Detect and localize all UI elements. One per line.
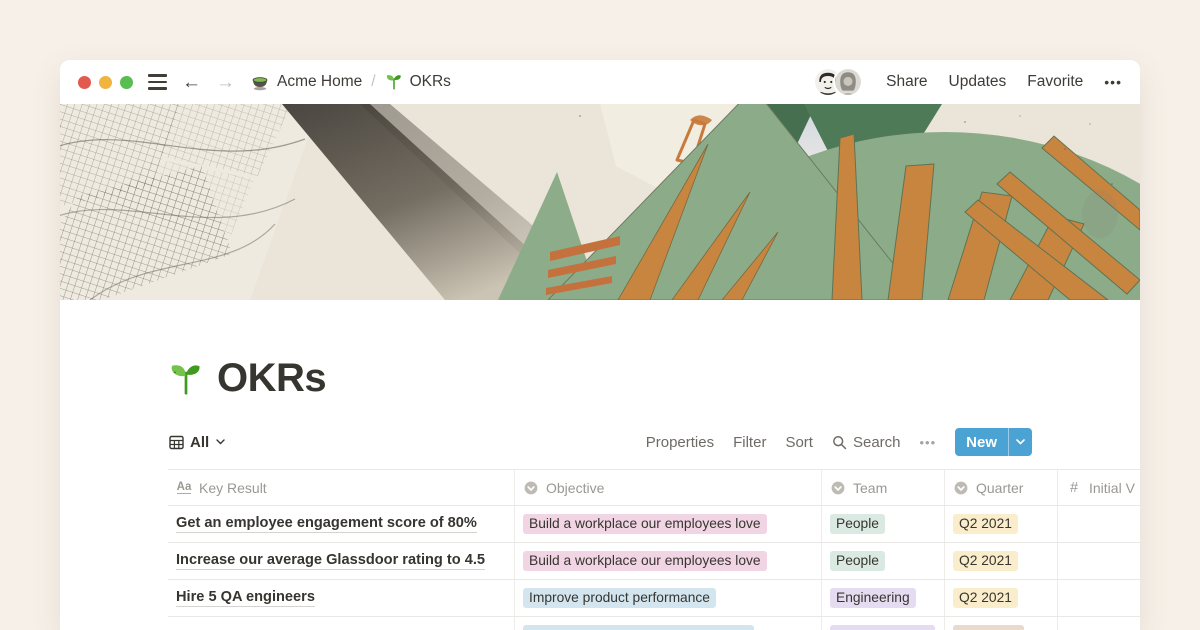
column-header-label: Quarter [976, 480, 1023, 496]
column-header-label: Team [853, 480, 887, 496]
column-header-key-result[interactable]: Aa Key Result [168, 470, 515, 505]
tag-pill [953, 625, 1024, 630]
seedling-icon [385, 73, 403, 91]
minimize-window-button[interactable] [99, 76, 112, 89]
column-header-label: Objective [546, 480, 604, 496]
cell-quarter[interactable]: Q2 2021 [945, 580, 1058, 616]
teacup-icon [250, 72, 270, 92]
table-row: Increase our average Glassdoor rating to… [168, 543, 1140, 580]
filter-button[interactable]: Filter [733, 434, 766, 451]
view-toolbar: All Properties Filter Sort Search ••• Ne [168, 427, 1032, 457]
tag-pill: People [830, 514, 885, 534]
cell-objective[interactable]: Improve product performance [515, 580, 822, 616]
table-header-row: Aa Key Result Objective Team Quarter # Initial… [168, 469, 1140, 506]
cell-initial-value[interactable] [1058, 506, 1140, 542]
cell-objective[interactable]: Build a workplace our employees love [515, 506, 822, 542]
forward-arrow-icon[interactable]: → [216, 73, 235, 92]
properties-button[interactable]: Properties [646, 434, 714, 451]
table-view-icon [168, 434, 184, 450]
back-arrow-icon[interactable]: ← [182, 73, 201, 92]
page-cover-image[interactable] [60, 104, 1140, 300]
new-button-chevron-down-icon[interactable] [1009, 428, 1032, 456]
number-property-icon: # [1066, 480, 1082, 496]
collaborator-avatars [813, 67, 863, 97]
more-options-icon[interactable]: ••• [1104, 74, 1122, 90]
tag-pill: Engineering [830, 588, 916, 608]
key-result-text: Get an employee engagement score of 80% [176, 515, 477, 533]
column-header-objective[interactable]: Objective [515, 470, 822, 505]
share-button[interactable]: Share [886, 73, 927, 91]
column-header-label: Initial V [1089, 480, 1135, 496]
breadcrumb-separator: / [371, 73, 375, 91]
tag-pill [523, 625, 754, 630]
select-property-icon [523, 480, 539, 496]
table-row [168, 617, 1140, 630]
page-title[interactable]: OKRs [217, 356, 326, 401]
tag-pill: Improve product performance [523, 588, 716, 608]
cell-team[interactable]: People [822, 543, 945, 579]
key-result-text: Hire 5 QA engineers [176, 589, 315, 607]
cell-key-result[interactable] [168, 617, 515, 630]
breadcrumb: Acme Home / OKRs [248, 72, 451, 92]
top-bar: ← → Acme Home / OKRs [60, 60, 1140, 104]
traffic-lights [78, 76, 133, 89]
cell-initial-value[interactable] [1058, 617, 1140, 630]
breadcrumb-workspace[interactable]: Acme Home [277, 73, 362, 91]
view-tab-all[interactable]: All [168, 434, 225, 451]
cell-initial-value[interactable] [1058, 543, 1140, 579]
zoom-window-button[interactable] [120, 76, 133, 89]
view-more-options-icon[interactable]: ••• [920, 435, 937, 450]
cell-team[interactable]: Engineering [822, 580, 945, 616]
search-button[interactable]: Search [832, 434, 901, 451]
breadcrumb-page[interactable]: OKRs [410, 73, 451, 91]
updates-button[interactable]: Updates [949, 73, 1007, 91]
chevron-down-icon [215, 434, 225, 450]
topbar-actions: Share Updates Favorite ••• [813, 67, 1122, 97]
tag-pill: People [830, 551, 885, 571]
column-header-quarter[interactable]: Quarter [945, 470, 1058, 505]
close-window-button[interactable] [78, 76, 91, 89]
view-tab-label: All [190, 434, 209, 451]
cell-quarter[interactable] [945, 617, 1058, 630]
cell-team[interactable] [822, 617, 945, 630]
cell-objective[interactable] [515, 617, 822, 630]
cell-quarter[interactable]: Q2 2021 [945, 543, 1058, 579]
table-row: Get an employee engagement score of 80% B… [168, 506, 1140, 543]
cell-team[interactable]: People [822, 506, 945, 542]
cell-key-result[interactable]: Hire 5 QA engineers [168, 580, 515, 616]
select-property-icon [830, 480, 846, 496]
sort-button[interactable]: Sort [785, 434, 813, 451]
menu-icon[interactable] [148, 74, 167, 89]
avatar[interactable] [833, 67, 863, 97]
tag-pill: Q2 2021 [953, 588, 1018, 608]
tag-pill [830, 625, 935, 630]
column-header-team[interactable]: Team [822, 470, 945, 505]
cell-initial-value[interactable] [1058, 580, 1140, 616]
okr-table: Aa Key Result Objective Team Quarter # Initial… [168, 469, 1140, 630]
favorite-button[interactable]: Favorite [1027, 73, 1083, 91]
app-window: ← → Acme Home / OKRs [60, 60, 1140, 630]
page-header: OKRs [168, 356, 1140, 401]
title-property-icon: Aa [176, 480, 192, 496]
new-button-label: New [955, 428, 1008, 456]
search-label: Search [853, 434, 901, 451]
select-property-icon [953, 480, 969, 496]
page-seedling-icon[interactable] [168, 361, 204, 397]
search-icon [832, 434, 848, 450]
cell-key-result[interactable]: Increase our average Glassdoor rating to… [168, 543, 515, 579]
cell-quarter[interactable]: Q2 2021 [945, 506, 1058, 542]
cell-objective[interactable]: Build a workplace our employees love [515, 543, 822, 579]
column-header-initial-v[interactable]: # Initial V [1058, 470, 1140, 505]
tag-pill: Q2 2021 [953, 514, 1018, 534]
tag-pill: Build a workplace our employees love [523, 514, 767, 534]
column-header-label: Key Result [199, 480, 267, 496]
table-row: Hire 5 QA engineers Improve product perfo… [168, 580, 1140, 617]
tag-pill: Q2 2021 [953, 551, 1018, 571]
key-result-text: Increase our average Glassdoor rating to… [176, 552, 485, 570]
tag-pill: Build a workplace our employees love [523, 551, 767, 571]
new-button[interactable]: New [955, 428, 1032, 456]
cell-key-result[interactable]: Get an employee engagement score of 80% [168, 506, 515, 542]
